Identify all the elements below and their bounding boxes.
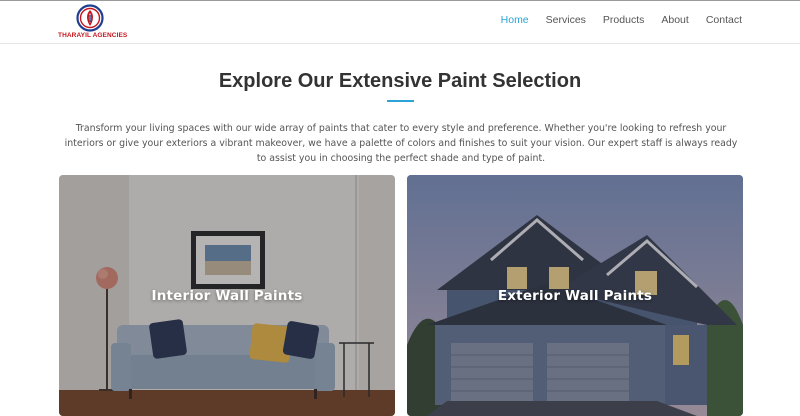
interior-card-title: Interior Wall Paints xyxy=(151,288,303,304)
nav-products[interactable]: Products xyxy=(603,14,644,26)
interior-paints-card[interactable]: Interior Wall Paints xyxy=(59,175,395,416)
logo-emblem-icon xyxy=(76,4,104,32)
exterior-card-title: Exterior Wall Paints xyxy=(497,288,653,304)
nav-contact[interactable]: Contact xyxy=(706,14,742,26)
main-nav: Home Services Products About Contact xyxy=(501,14,742,26)
nav-services[interactable]: Services xyxy=(546,14,586,26)
brand-name: THARAYIL AGENCIES xyxy=(58,32,128,39)
section-title: Explore Our Extensive Paint Selection xyxy=(218,70,582,92)
nav-about[interactable]: About xyxy=(661,14,688,26)
brand-logo[interactable]: THARAYIL AGENCIES xyxy=(58,4,128,42)
title-underline xyxy=(387,100,414,102)
site-header: THARAYIL AGENCIES Home Services Products… xyxy=(0,1,800,44)
exterior-paints-card[interactable]: Exterior Wall Paints xyxy=(407,175,743,416)
nav-home[interactable]: Home xyxy=(501,14,529,26)
section-description: Transform your living spaces with our wi… xyxy=(64,123,738,164)
